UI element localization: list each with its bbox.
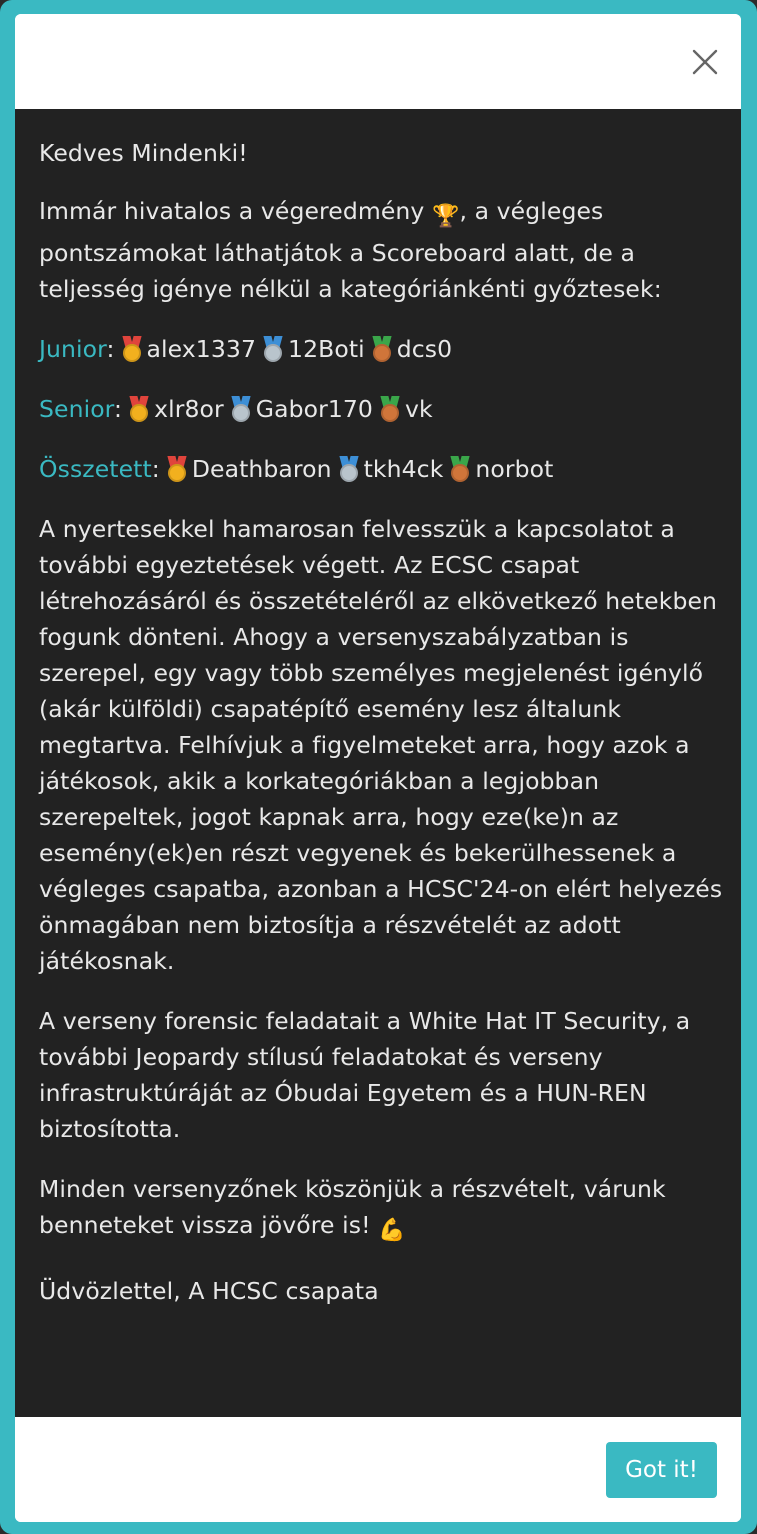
gold-medal-icon xyxy=(121,336,143,362)
bronze-medal-icon xyxy=(379,396,401,422)
winner-second: Gabor170 xyxy=(255,395,373,423)
category-label: Junior xyxy=(39,335,107,363)
category-junior: Junior: alex1337 12Boti dcs0 xyxy=(39,335,453,363)
bronze-medal-icon xyxy=(371,336,393,362)
thanks-text: Minden versenyzőnek köszönjük a részvéte… xyxy=(39,1175,666,1239)
category-label: Senior xyxy=(39,395,115,423)
modal-backdrop-frame: Kedves Mindenki! Immár hivatalos a véger… xyxy=(0,0,757,1534)
signature-text: Üdvözlettel, A HCSC csapata xyxy=(39,1277,379,1305)
intro-paragraph: Immár hivatalos a végeredmény 🏆, a végle… xyxy=(39,193,725,307)
close-button[interactable] xyxy=(691,48,719,76)
thanks-paragraph: Minden versenyzőnek köszönjük a részvéte… xyxy=(39,1171,725,1249)
winner-second: 12Boti xyxy=(288,335,365,363)
winner-first: alex1337 xyxy=(146,335,257,363)
modal-body: Kedves Mindenki! Immár hivatalos a véger… xyxy=(15,109,741,1417)
gold-medal-icon xyxy=(166,456,188,482)
winner-second: tkh4ck xyxy=(363,455,444,483)
bronze-medal-icon xyxy=(449,456,471,482)
announcement-modal: Kedves Mindenki! Immár hivatalos a véger… xyxy=(15,14,741,1522)
silver-medal-icon xyxy=(262,336,284,362)
winner-first: xlr8or xyxy=(154,395,224,423)
close-icon xyxy=(692,49,718,75)
greeting-text: Kedves Mindenki! xyxy=(39,139,248,167)
category-label: Összetett xyxy=(39,455,152,483)
flexed-biceps-icon: 💪 xyxy=(378,1218,406,1243)
winner-third: vk xyxy=(405,395,433,423)
category-overall: Összetett: Deathbaron tkh4ck norbot xyxy=(39,455,554,483)
trophy-icon: 🏆 xyxy=(431,204,460,229)
winner-third: norbot xyxy=(475,455,554,483)
modal-header xyxy=(15,14,741,109)
modal-footer: Got it! xyxy=(15,1417,741,1522)
winners-info-paragraph: A nyertesekkel hamarosan felvesszük a ka… xyxy=(39,515,723,975)
sponsors-paragraph: A verseny forensic feladatait a White Ha… xyxy=(39,1007,691,1143)
winner-first: Deathbaron xyxy=(191,455,332,483)
winner-third: dcs0 xyxy=(396,335,453,363)
category-senior: Senior: xlr8or Gabor170 vk xyxy=(39,395,433,423)
silver-medal-icon xyxy=(230,396,252,422)
gold-medal-icon xyxy=(128,396,150,422)
silver-medal-icon xyxy=(338,456,360,482)
intro-text-before: Immár hivatalos a végeredmény xyxy=(39,197,432,225)
got-it-button[interactable]: Got it! xyxy=(606,1442,717,1498)
